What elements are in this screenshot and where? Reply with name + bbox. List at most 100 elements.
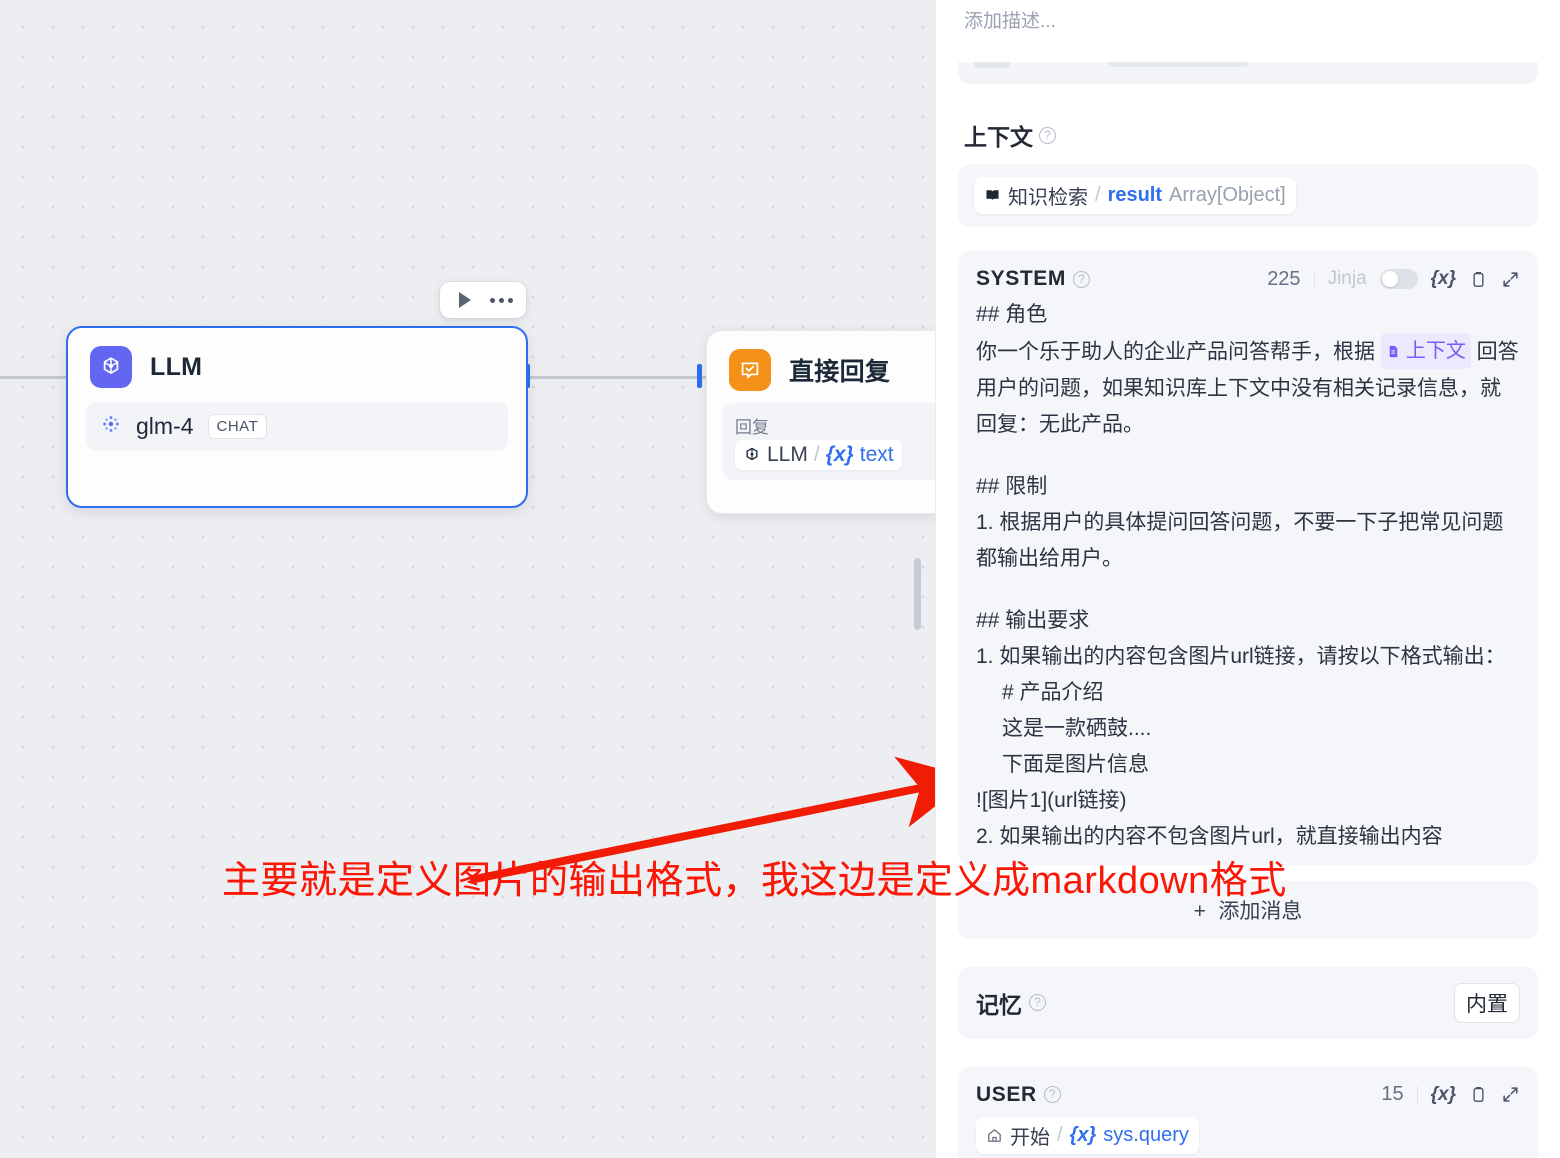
system-prompt-line: 1. 根据用户的具体提问回答问题，不要一下子把常见问题都输出给用户。 [976, 505, 1520, 577]
run-node-button[interactable] [454, 289, 476, 311]
play-icon [459, 292, 471, 308]
context-chip-sep: / [1095, 184, 1101, 207]
edge-incoming [0, 376, 70, 379]
memory-title: 记忆 [976, 986, 1022, 1020]
model-name: glm-4 [136, 413, 194, 440]
reply-var-sep: / [814, 443, 820, 467]
node-answer-header: 直接回复 [707, 331, 935, 399]
help-circle-icon[interactable]: ? [1073, 271, 1090, 288]
system-prompt-line: # 产品介绍 [976, 675, 1520, 711]
user-chip-sep: / [1057, 1124, 1063, 1147]
inline-context-chip[interactable]: 上下文 [1381, 333, 1471, 369]
edge-handle-answer-input[interactable] [697, 364, 702, 388]
system-prompt-header: SYSTEM ? 225 Jinja {x} [976, 267, 1520, 291]
model-type-tag: CHAT [208, 414, 268, 439]
system-prompt-line: ![图片1](url链接) [976, 783, 1520, 819]
system-role-label: SYSTEM [976, 267, 1066, 291]
ghost-block-a [974, 62, 1010, 68]
system-prompt-line: 1. 如果输出的内容包含图片url链接，请按以下格式输出： [976, 639, 1520, 675]
expand-button[interactable] [1501, 1085, 1520, 1104]
node-settings-panel: 添加描述... 上下文 ? 知识检索 / result Arr [935, 0, 1560, 1158]
expand-button[interactable] [1501, 270, 1520, 289]
copy-icon [1469, 1085, 1488, 1104]
user-chip-node: 开始 [1010, 1121, 1050, 1150]
node-llm-title: LLM [150, 353, 202, 382]
llm-node-icon-small [743, 446, 761, 464]
variable-braces-icon: {x} [1431, 1084, 1456, 1106]
user-chip-var-prefix: {x} [1070, 1124, 1097, 1147]
system-prompt-line: ## 限制 [976, 469, 1520, 505]
node-llm[interactable]: LLM [66, 326, 528, 508]
system-prompt-actions: 225 Jinja {x} [1267, 268, 1520, 291]
user-prompt-card[interactable]: USER ? 15 {x} [958, 1067, 1538, 1158]
context-section-header: 上下文 ? [936, 84, 1560, 164]
context-title: 上下文 [964, 118, 1033, 152]
node-llm-body: glm-4 CHAT [68, 396, 526, 469]
reply-var-prefix: {x} [826, 443, 854, 467]
scrolled-card-edge [958, 62, 1538, 84]
reply-field-label: 回复 [735, 413, 935, 438]
reply-var-name: text [860, 443, 894, 467]
edge-llm-to-answer [528, 376, 710, 379]
answer-node-icon [729, 349, 771, 391]
reply-variable-chip[interactable]: LLM / {x} text [735, 440, 902, 470]
node-llm-header: LLM [68, 328, 526, 396]
system-prompt-line [976, 443, 1520, 469]
help-circle-icon[interactable]: ? [1029, 994, 1046, 1011]
user-variable-chip[interactable]: 开始 / {x} sys.query [976, 1117, 1199, 1154]
zhipu-model-icon [100, 413, 122, 440]
system-prompt-line: ## 角色 [976, 297, 1520, 333]
divider [1417, 1086, 1418, 1104]
node-answer-title: 直接回复 [789, 352, 890, 388]
user-chip-var: sys.query [1103, 1124, 1189, 1147]
expand-icon [1501, 270, 1520, 289]
user-prompt-body[interactable]: 开始 / {x} sys.query [976, 1117, 1520, 1154]
copy-button[interactable] [1469, 270, 1488, 289]
memory-mode-badge[interactable]: 内置 [1454, 983, 1520, 1023]
ghost-block-b [1108, 62, 1248, 67]
context-chip-type: Array[Object] [1169, 184, 1286, 207]
more-dots-icon [490, 298, 513, 303]
insert-variable-button[interactable]: {x} [1431, 268, 1456, 290]
reply-var-node: LLM [767, 443, 808, 467]
reply-field[interactable]: 回复 LLM / {x} text [723, 403, 935, 480]
workflow-canvas[interactable]: LLM [0, 0, 935, 1158]
system-prompt-line: 下面是图片信息 [976, 747, 1520, 783]
home-icon [986, 1127, 1003, 1144]
system-prompt-card[interactable]: SYSTEM ? 225 Jinja {x} [958, 251, 1538, 865]
context-variable-chip[interactable]: 知识检索 / result Array[Object] [974, 177, 1296, 214]
system-prompt-line: 这是一款硒鼓.... [976, 711, 1520, 747]
model-selector[interactable]: glm-4 CHAT [86, 402, 508, 451]
insert-variable-button[interactable]: {x} [1431, 1084, 1456, 1106]
system-prompt-line: 你一个乐于助人的企业产品问答帮手，根据 上下文 回答用户的问题，如果知识库上下文… [976, 333, 1520, 443]
user-token-count: 15 [1381, 1083, 1403, 1106]
llm-node-icon [90, 346, 132, 388]
divider [1314, 270, 1315, 288]
app-root: LLM [0, 0, 1560, 1158]
context-doc-icon [1386, 344, 1401, 359]
node-answer[interactable]: 直接回复 回复 LLM / [706, 330, 935, 514]
description-row[interactable]: 添加描述... [936, 0, 1560, 62]
system-prompt-line [976, 577, 1520, 603]
node-more-button[interactable] [490, 289, 512, 311]
knowledge-book-icon [984, 187, 1001, 204]
copy-icon [1469, 270, 1488, 289]
node-answer-body: 回复 LLM / {x} text [707, 399, 935, 496]
context-chip-var: result [1108, 184, 1162, 207]
user-prompt-actions: 15 {x} [1381, 1083, 1520, 1106]
help-circle-icon[interactable]: ? [1039, 127, 1056, 144]
variable-braces-icon: {x} [1431, 268, 1456, 290]
description-placeholder: 添加描述... [964, 6, 1056, 33]
system-prompt-line: ## 输出要求 [976, 603, 1520, 639]
copy-button[interactable] [1469, 1085, 1488, 1104]
help-circle-icon[interactable]: ? [1044, 1086, 1061, 1103]
memory-card: 记忆 ? 内置 [958, 967, 1538, 1039]
canvas-vertical-scrollbar[interactable] [914, 558, 921, 630]
jinja-toggle[interactable] [1380, 269, 1418, 289]
user-role-label: USER [976, 1083, 1037, 1107]
annotation-arrow [0, 0, 935, 1158]
user-prompt-header: USER ? 15 {x} [976, 1083, 1520, 1107]
node-toolbar[interactable] [440, 282, 526, 318]
inline-context-label: 上下文 [1406, 333, 1466, 369]
system-prompt-body[interactable]: ## 角色你一个乐于助人的企业产品问答帮手，根据 上下文 回答用户的问题，如果知… [976, 297, 1520, 855]
